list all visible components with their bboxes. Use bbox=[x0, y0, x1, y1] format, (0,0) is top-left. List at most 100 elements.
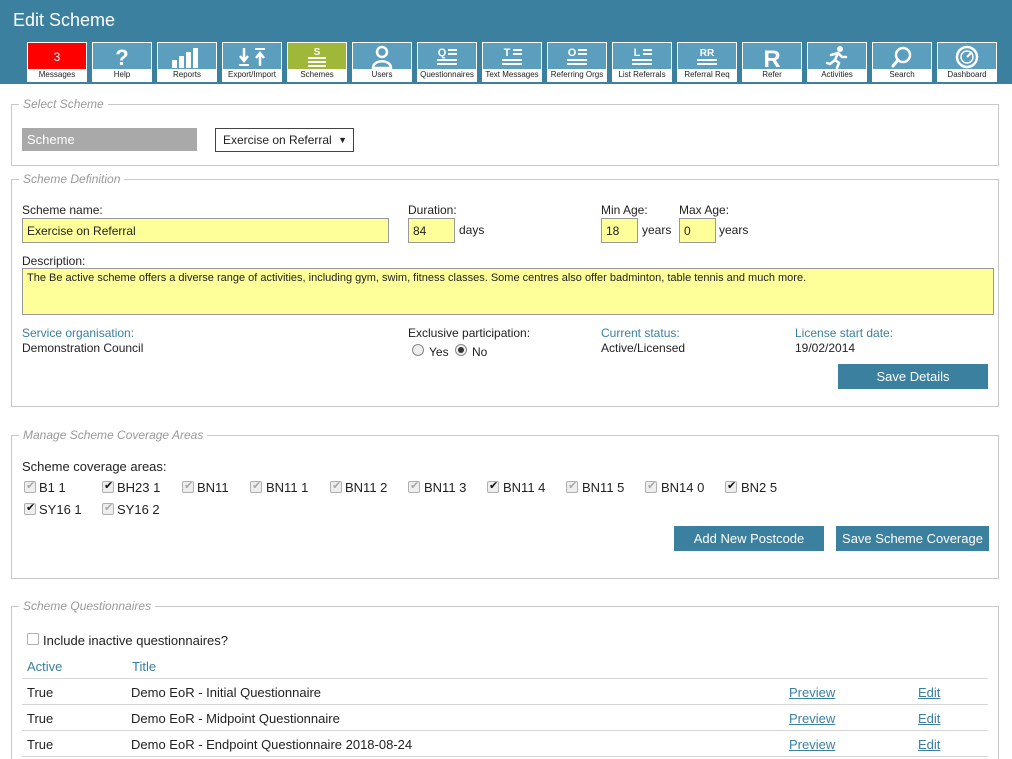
main-toolbar: 3 Messages ? Help Reports Export/Import … bbox=[27, 42, 1002, 82]
add-new-postcode-button[interactable]: Add New Postcode bbox=[674, 526, 824, 551]
toolbar-questionnaires-button[interactable]: Q Questionnaires bbox=[417, 42, 477, 82]
toolbar-dashboard-button[interactable]: Dashboard bbox=[937, 42, 997, 82]
postcode-label: BN2 5 bbox=[741, 480, 778, 495]
table-divider bbox=[22, 756, 988, 757]
table-divider bbox=[22, 678, 988, 679]
list-referrals-icon: L bbox=[613, 44, 671, 70]
exclusive-participation-label: Exclusive participation: bbox=[408, 326, 531, 340]
column-header-title: Title bbox=[132, 659, 157, 674]
scheme-definition-section: Scheme Definition Scheme name: Duration:… bbox=[11, 172, 999, 407]
current-status-value: Active/Licensed bbox=[601, 341, 686, 355]
chevron-down-icon: ▼ bbox=[338, 135, 347, 145]
page-title: Edit Scheme bbox=[13, 10, 116, 30]
referral-req-icon: RR bbox=[678, 44, 736, 70]
preview-link[interactable]: Preview bbox=[789, 711, 835, 726]
toolbar-list-referrals-button[interactable]: L List Referrals bbox=[612, 42, 672, 82]
save-details-button[interactable]: Save Details bbox=[838, 364, 988, 389]
postcode-checkbox[interactable] bbox=[102, 479, 114, 493]
scheme-label: Scheme bbox=[22, 128, 197, 151]
schemes-icon: S bbox=[288, 44, 346, 70]
min-age-label: Min Age: bbox=[601, 203, 648, 217]
postcode-checkbox[interactable] bbox=[725, 479, 737, 493]
select-scheme-section: Select Scheme Scheme Exercise on Referra… bbox=[11, 97, 999, 166]
toolbar-messages-button[interactable]: 3 Messages bbox=[27, 42, 87, 82]
postcode-label: BN11 4 bbox=[503, 480, 546, 495]
postcode-checkbox bbox=[250, 479, 262, 493]
max-age-input[interactable] bbox=[679, 218, 716, 243]
edit-link[interactable]: Edit bbox=[918, 711, 940, 726]
preview-link[interactable]: Preview bbox=[789, 737, 835, 752]
coverage-section: Manage Scheme Coverage Areas Scheme cove… bbox=[11, 428, 999, 579]
runner-icon bbox=[808, 44, 866, 70]
svg-text:L: L bbox=[634, 47, 641, 59]
duration-unit: days bbox=[459, 223, 485, 237]
toolbar-search-button[interactable]: Search bbox=[872, 42, 932, 82]
svg-text:O: O bbox=[568, 47, 577, 59]
row-active-cell: True bbox=[27, 711, 54, 726]
postcode-checkbox bbox=[102, 501, 114, 515]
service-org-value: Demonstration Council bbox=[22, 341, 144, 355]
min-age-unit: years bbox=[642, 223, 672, 237]
edit-link[interactable]: Edit bbox=[918, 685, 940, 700]
svg-text:R: R bbox=[763, 46, 780, 69]
text-messages-icon: T bbox=[483, 44, 541, 70]
section-legend: Scheme Definition bbox=[19, 172, 125, 186]
postcode-label: SY16 2 bbox=[117, 502, 160, 517]
edit-link[interactable]: Edit bbox=[918, 737, 940, 752]
table-divider bbox=[22, 730, 988, 731]
postcode-label: BN14 0 bbox=[661, 480, 705, 495]
dashboard-icon bbox=[938, 44, 996, 70]
table-divider bbox=[22, 704, 988, 705]
scheme-select[interactable]: Exercise on Referral ▼ bbox=[215, 128, 354, 152]
toolbar-text-messages-button[interactable]: T Text Messages bbox=[482, 42, 542, 82]
export-import-icon bbox=[223, 44, 281, 70]
duration-input[interactable] bbox=[408, 218, 455, 243]
help-icon: ? bbox=[93, 44, 151, 70]
svg-text:?: ? bbox=[115, 45, 128, 69]
postcode-label: BN11 3 bbox=[424, 480, 467, 495]
svg-text:T: T bbox=[504, 47, 511, 59]
scheme-name-input[interactable] bbox=[22, 218, 389, 243]
postcode-checkbox bbox=[182, 479, 194, 493]
header-bar: Edit Scheme 3 Messages ? Help Reports Ex… bbox=[0, 0, 1012, 84]
exclusive-yes-radio[interactable] bbox=[412, 344, 424, 356]
row-active-cell: True bbox=[27, 737, 54, 752]
questionnaire-icon: Q bbox=[418, 44, 476, 70]
postcode-label: BH23 1 bbox=[117, 480, 161, 495]
section-legend: Manage Scheme Coverage Areas bbox=[19, 428, 208, 442]
postcode-checkbox bbox=[24, 479, 36, 493]
exclusive-no-label: No bbox=[472, 345, 488, 359]
postcode-checkbox bbox=[566, 479, 578, 493]
row-title-cell: Demo EoR - Initial Questionnaire bbox=[131, 685, 322, 700]
toolbar-activities-button[interactable]: Activities bbox=[807, 42, 867, 82]
current-status-label: Current status: bbox=[601, 326, 680, 340]
section-legend: Scheme Questionnaires bbox=[19, 599, 156, 613]
license-start-label: License start date: bbox=[795, 326, 894, 340]
min-age-input[interactable] bbox=[601, 218, 638, 243]
row-active-cell: True bbox=[27, 685, 54, 700]
toolbar-refer-button[interactable]: R Refer bbox=[742, 42, 802, 82]
refer-icon: R bbox=[743, 44, 801, 70]
postcode-checkbox[interactable] bbox=[24, 501, 36, 515]
description-textarea[interactable]: The Be active scheme offers a diverse ra… bbox=[22, 268, 994, 315]
toolbar-help-button[interactable]: ? Help bbox=[92, 42, 152, 82]
row-title-cell: Demo EoR - Midpoint Questionnaire bbox=[131, 711, 340, 726]
toolbar-referring-orgs-button[interactable]: O Referring Orgs bbox=[547, 42, 607, 82]
postcode-checkbox[interactable] bbox=[487, 479, 499, 493]
postcode-checkbox bbox=[330, 479, 342, 493]
postcode-label: B1 1 bbox=[39, 480, 66, 495]
save-scheme-coverage-button[interactable]: Save Scheme Coverage bbox=[836, 526, 989, 551]
toolbar-users-button[interactable]: Users bbox=[352, 42, 412, 82]
toolbar-schemes-button[interactable]: S Schemes bbox=[287, 42, 347, 82]
postcode-label: BN11 1 bbox=[266, 480, 309, 495]
section-legend: Select Scheme bbox=[19, 97, 108, 111]
toolbar-export-import-button[interactable]: Export/Import bbox=[222, 42, 282, 82]
exclusive-no-radio[interactable] bbox=[455, 344, 467, 356]
row-title-cell: Demo EoR - Endpoint Questionnaire 2018-0… bbox=[131, 737, 413, 752]
max-age-unit: years bbox=[719, 223, 749, 237]
include-inactive-checkbox[interactable] bbox=[27, 633, 39, 645]
postcode-label: SY16 1 bbox=[39, 502, 82, 517]
toolbar-reports-button[interactable]: Reports bbox=[157, 42, 217, 82]
preview-link[interactable]: Preview bbox=[789, 685, 835, 700]
toolbar-referral-req-button[interactable]: RR Referral Req bbox=[677, 42, 737, 82]
